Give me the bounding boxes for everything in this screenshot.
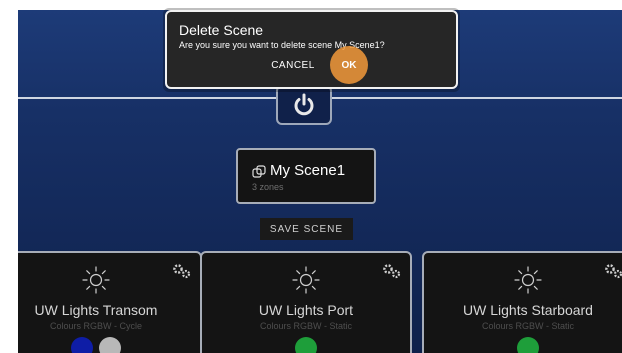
ok-button[interactable]: OK (330, 46, 368, 84)
zone-title: UW Lights Transom (34, 302, 158, 318)
scene-name: My Scene1 (270, 162, 346, 179)
zone-mode: Colours RGBW - Cycle (49, 321, 142, 331)
gears-icon[interactable] (172, 263, 192, 279)
color-swatches (424, 337, 622, 353)
dialog-title: Delete Scene (179, 22, 264, 38)
color-swatch-white (99, 337, 121, 353)
scene-card[interactable]: My Scene1 3 zones (236, 148, 376, 204)
zone-card-transom[interactable]: UW Lights Transom Colours RGBW - Cycle (18, 251, 202, 353)
zone-mode: Colours RGBW - Static (481, 321, 575, 331)
zone-mode: Colours RGBW - Static (259, 321, 353, 331)
sun-icon (514, 266, 542, 294)
scene-zone-count: 3 zones (252, 182, 284, 192)
gears-icon[interactable] (382, 263, 402, 279)
color-swatches (202, 337, 410, 353)
zone-card-starboard[interactable]: UW Lights Starboard Colours RGBW - Stati… (422, 251, 622, 353)
color-swatch-green (517, 337, 539, 353)
sun-icon (292, 266, 320, 294)
power-icon (294, 93, 314, 116)
color-swatches (18, 337, 200, 353)
gears-icon[interactable] (604, 263, 622, 279)
cancel-button[interactable]: CANCEL (269, 57, 317, 73)
sun-icon (82, 266, 110, 294)
zone-card-port[interactable]: UW Lights Port Colours RGBW - Static (200, 251, 412, 353)
copy-icon (252, 165, 266, 178)
delete-scene-dialog: Delete Scene Are you sure you want to de… (165, 10, 458, 89)
save-scene-button[interactable]: SAVE SCENE (260, 218, 353, 240)
zone-title: UW Lights Starboard (463, 302, 593, 318)
color-swatch-green (295, 337, 317, 353)
zone-title: UW Lights Port (258, 302, 354, 318)
color-swatch-blue (71, 337, 93, 353)
